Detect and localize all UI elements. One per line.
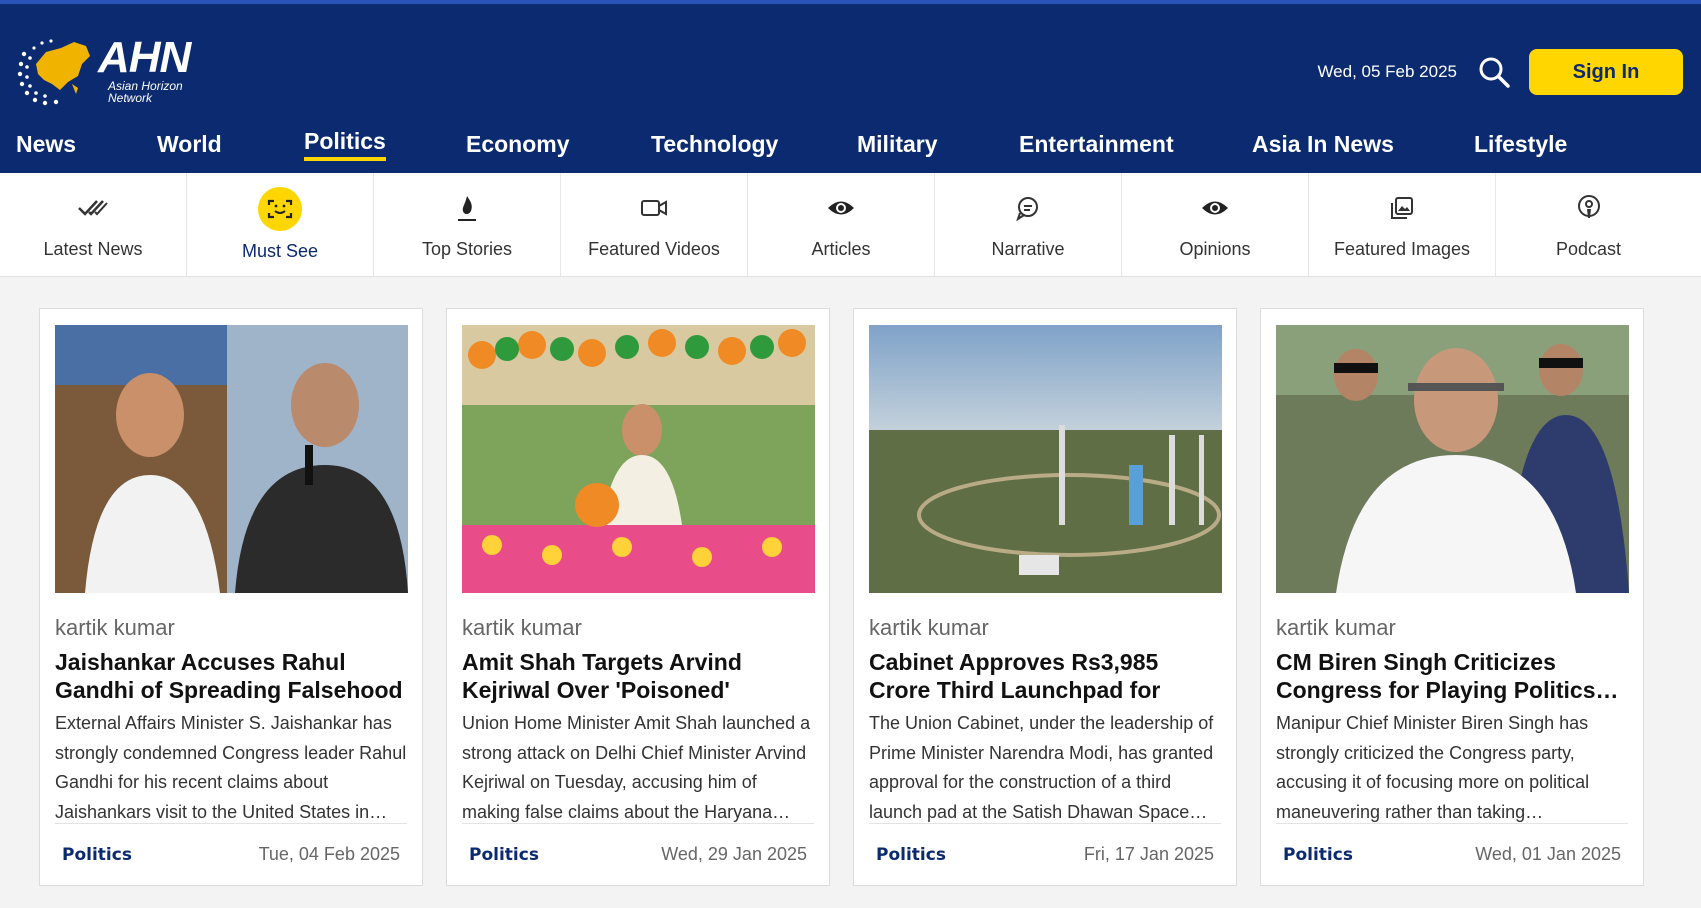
- video-camera-icon: [633, 187, 675, 229]
- article-title[interactable]: CM Biren Singh Criticizes Congress for P…: [1276, 648, 1628, 704]
- asia-map-logo-icon: [17, 39, 90, 106]
- subnav-must-see[interactable]: Must See: [187, 173, 374, 276]
- subnav-label: Podcast: [1555, 239, 1622, 259]
- article-category-link[interactable]: Politics: [1283, 845, 1353, 865]
- article-date: Wed, 01 Jan 2025: [1475, 844, 1621, 864]
- article-date: Tue, 04 Feb 2025: [258, 844, 400, 864]
- subnav-label: Latest News: [43, 239, 143, 259]
- nav-item-entertainment[interactable]: Entertainment: [1019, 131, 1174, 158]
- nav-item-lifestyle[interactable]: Lifestyle: [1474, 131, 1567, 158]
- site-logo[interactable]: AHN Asian Horizon Network: [16, 34, 198, 106]
- search-icon[interactable]: [1477, 55, 1511, 89]
- scan-face-icon: [258, 187, 302, 231]
- double-check-icon: [72, 187, 114, 229]
- article-card[interactable]: kartik kumar Amit Shah Targets Arvind Ke…: [446, 308, 830, 886]
- eye-icon: [1194, 187, 1236, 229]
- subnav-featured-images[interactable]: Featured Images: [1309, 173, 1496, 276]
- article-title[interactable]: Cabinet Approves Rs3,985 Crore Third Lau…: [869, 648, 1221, 704]
- subnav-label: Featured Images: [1333, 239, 1471, 259]
- nav-item-technology[interactable]: Technology: [651, 131, 778, 158]
- subnav-label: Must See: [241, 241, 319, 261]
- subnav-label: Opinions: [1179, 239, 1251, 259]
- subnav-opinions[interactable]: Opinions: [1122, 173, 1309, 276]
- article-card-list: kartik kumar Jaishankar Accuses Rahul Ga…: [39, 308, 1644, 886]
- nav-item-economy[interactable]: Economy: [466, 131, 570, 158]
- article-category-link[interactable]: Politics: [876, 845, 946, 865]
- sign-in-button[interactable]: Sign In: [1529, 49, 1683, 95]
- subnav-top-stories[interactable]: Top Stories: [374, 173, 561, 276]
- nav-item-news[interactable]: News: [16, 131, 76, 158]
- logo-abbreviation: AHN: [98, 33, 191, 82]
- article-author: kartik kumar: [869, 615, 989, 640]
- nav-item-world[interactable]: World: [157, 131, 222, 158]
- article-thumbnail: [869, 325, 1222, 593]
- site-header: AHN Asian Horizon Network Wed, 05 Feb 20…: [0, 4, 1701, 173]
- article-card[interactable]: kartik kumar Cabinet Approves Rs3,985 Cr…: [853, 308, 1237, 886]
- subnav-podcast[interactable]: Podcast: [1496, 173, 1681, 276]
- main-nav: News World Politics Economy Technology M…: [0, 123, 1701, 173]
- article-author: kartik kumar: [55, 615, 175, 640]
- article-title[interactable]: Amit Shah Targets Arvind Kejriwal Over '…: [462, 648, 814, 704]
- article-author: kartik kumar: [1276, 615, 1396, 640]
- nav-item-military[interactable]: Military: [857, 131, 938, 158]
- subnav-featured-videos[interactable]: Featured Videos: [561, 173, 748, 276]
- article-excerpt: External Affairs Minister S. Jaishankar …: [55, 713, 407, 822]
- article-category-link[interactable]: Politics: [469, 845, 539, 865]
- subnav-label: Featured Videos: [588, 239, 720, 259]
- article-title[interactable]: Jaishankar Accuses Rahul Gandhi of Sprea…: [55, 648, 407, 704]
- podcast-icon: [1568, 187, 1610, 229]
- image-stack-icon: [1381, 187, 1423, 229]
- article-thumbnail: [1276, 325, 1629, 593]
- article-card[interactable]: kartik kumar Jaishankar Accuses Rahul Ga…: [39, 308, 423, 886]
- article-author: kartik kumar: [462, 615, 582, 640]
- subnav-label: Top Stories: [421, 239, 513, 259]
- article-card[interactable]: kartik kumar CM Biren Singh Criticizes C…: [1260, 308, 1644, 886]
- nav-item-asia-in-news[interactable]: Asia In News: [1252, 131, 1394, 158]
- section-subnav: Latest News Must See Top Stories Feature…: [0, 173, 1701, 277]
- logo-subtitle: Asian Horizon Network: [108, 79, 183, 105]
- article-thumbnail: [462, 325, 815, 593]
- subnav-label: Narrative: [991, 239, 1065, 259]
- flame-icon: [446, 187, 488, 229]
- eye-icon: [820, 187, 862, 229]
- subnav-articles[interactable]: Articles: [748, 173, 935, 276]
- current-date: Wed, 05 Feb 2025: [1317, 62, 1457, 81]
- subnav-narrative[interactable]: Narrative: [935, 173, 1122, 276]
- article-excerpt: The Union Cabinet, under the leadership …: [869, 713, 1214, 822]
- article-excerpt: Union Home Minister Amit Shah launched a…: [462, 713, 811, 822]
- article-category-link[interactable]: Politics: [62, 845, 132, 865]
- article-date: Wed, 29 Jan 2025: [661, 844, 807, 864]
- nav-item-politics[interactable]: Politics: [304, 128, 386, 161]
- subnav-label: Articles: [811, 239, 871, 259]
- article-excerpt: Manipur Chief Minister Biren Singh has s…: [1276, 713, 1590, 822]
- subnav-latest-news[interactable]: Latest News: [0, 173, 187, 276]
- article-thumbnail: [55, 325, 408, 593]
- article-date: Fri, 17 Jan 2025: [1083, 844, 1214, 864]
- speech-bubble-icon: [1007, 187, 1049, 229]
